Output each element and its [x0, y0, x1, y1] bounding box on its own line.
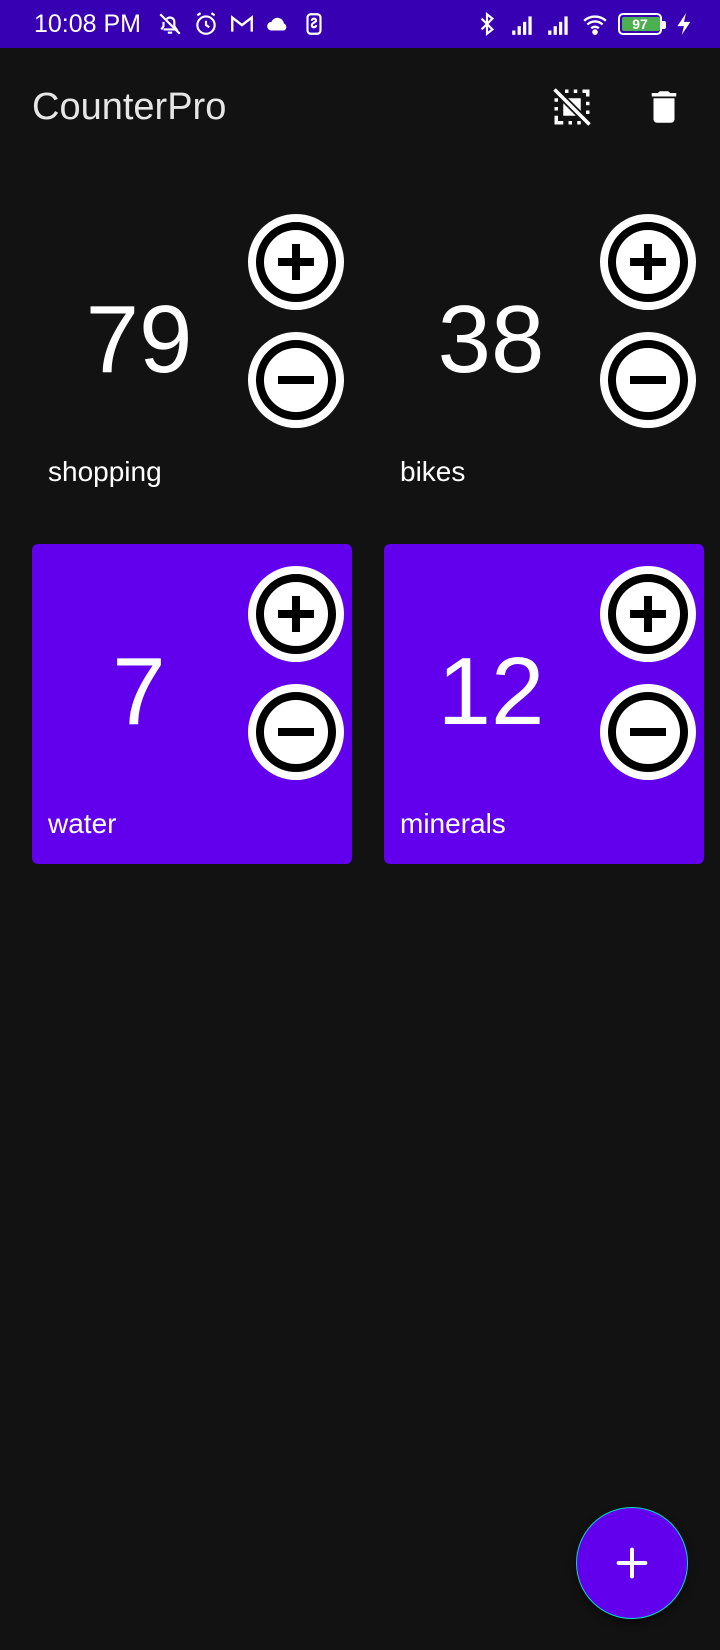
- delete-icon: [651, 91, 677, 123]
- counter-card-water[interactable]: 7 water: [32, 544, 352, 864]
- plus-circle-icon: [256, 222, 336, 302]
- status-bar-left: 10:08 PM: [34, 10, 327, 39]
- counter-value: 79: [85, 286, 193, 393]
- wifi-icon: [582, 11, 608, 37]
- counter-value: 12: [437, 638, 545, 745]
- app-bar-actions: [548, 83, 688, 131]
- bell-off-icon: [157, 11, 183, 37]
- status-bar: 10:08 PM 97: [0, 0, 720, 48]
- counter-label: shopping: [48, 456, 162, 487]
- counter-card-shopping[interactable]: 79 shopping: [32, 192, 352, 512]
- minus-circle-icon: [256, 340, 336, 420]
- counter-card-minerals[interactable]: 12 minerals: [384, 544, 704, 864]
- minus-circle-icon: [608, 692, 688, 772]
- increment-button[interactable]: [600, 566, 696, 662]
- bluetooth-icon: [474, 11, 500, 37]
- alarm-icon: [193, 11, 219, 37]
- app-title: CounterPro: [32, 85, 227, 128]
- status-time: 10:08 PM: [34, 9, 142, 38]
- charging-bolt-icon: [672, 11, 698, 37]
- delete-button[interactable]: [640, 83, 688, 131]
- signal-icon: [510, 11, 536, 37]
- decrement-button[interactable]: [248, 684, 344, 780]
- increment-button[interactable]: [600, 214, 696, 310]
- battery-percent: 97: [632, 16, 648, 32]
- counter-card-bikes[interactable]: 38 bikes: [384, 192, 704, 512]
- plus-icon: [616, 1547, 648, 1579]
- counter-value: 38: [437, 286, 545, 393]
- minus-circle-icon: [608, 340, 688, 420]
- decrement-button[interactable]: [600, 332, 696, 428]
- add-counter-button[interactable]: [576, 1507, 688, 1619]
- minus-circle-icon: [256, 692, 336, 772]
- battery-indicator: 97: [618, 13, 666, 35]
- increment-button[interactable]: [248, 214, 344, 310]
- app-bar: CounterPro: [0, 48, 720, 166]
- counter-value: 7: [112, 638, 166, 745]
- plus-circle-icon: [608, 574, 688, 654]
- plus-circle-icon: [608, 222, 688, 302]
- deselect-all-icon: [552, 87, 592, 127]
- counter-label: minerals: [400, 808, 506, 839]
- counter-grid: 79 shopping 38 bikes 7 water 12 minerals: [32, 192, 704, 864]
- cloud-icon: [265, 11, 291, 37]
- gmail-icon: [229, 11, 255, 37]
- decrement-button[interactable]: [600, 684, 696, 780]
- signal-icon: [546, 11, 572, 37]
- plus-circle-icon: [256, 574, 336, 654]
- increment-button[interactable]: [248, 566, 344, 662]
- counter-label: bikes: [400, 456, 466, 487]
- decrement-button[interactable]: [248, 332, 344, 428]
- deselect-all-button[interactable]: [548, 83, 596, 131]
- status-bar-right: 97: [474, 11, 698, 37]
- counter-label: water: [48, 808, 117, 839]
- sim-icon: [301, 11, 327, 37]
